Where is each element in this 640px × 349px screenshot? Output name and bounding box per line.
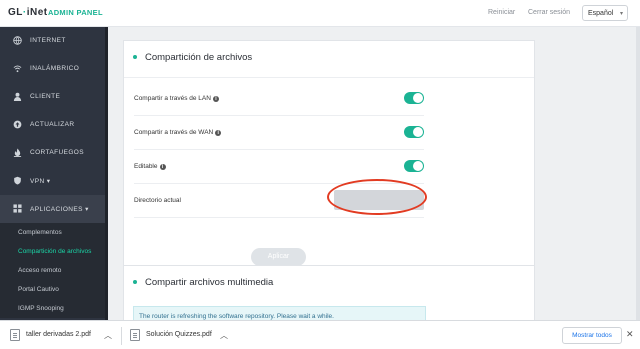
- wifi-icon: [13, 64, 22, 73]
- chevron-down-icon: ▾: [619, 11, 623, 17]
- caret-down-icon: ▾: [46, 178, 51, 185]
- page-scrollbar[interactable]: [636, 27, 640, 320]
- sidebar-subitem-remote-access[interactable]: Acceso remoto: [0, 261, 105, 280]
- sidebar-item-internet[interactable]: INTERNET: [0, 27, 105, 55]
- main-content: Compartición de archivos Compartir a tra…: [108, 27, 640, 320]
- repository-notice: The router is refreshing the software re…: [133, 306, 426, 320]
- top-header: GL·iNet ADMIN PANEL Reiniciar Cerrar ses…: [0, 0, 640, 27]
- language-value: Español: [588, 10, 614, 17]
- info-icon[interactable]: i: [215, 130, 222, 136]
- sidebar-subitem-captive-portal[interactable]: Portal Cautivo: [0, 280, 105, 299]
- apply-button[interactable]: Aplicar: [251, 248, 306, 266]
- user-icon: [13, 92, 22, 101]
- caret-down-icon: ▾: [85, 206, 89, 213]
- section-bullet-icon: [133, 280, 137, 284]
- share-wan-label: Compartir a través de WAN i: [134, 129, 222, 136]
- applications-label: APLICACIONES: [30, 206, 83, 213]
- download-filename: taller derivadas 2.pdf: [26, 331, 91, 338]
- chevron-up-icon[interactable]: ︿: [104, 330, 112, 341]
- brand-logo[interactable]: GL·iNet: [8, 7, 48, 18]
- upgrade-icon: [13, 120, 22, 129]
- apps-grid-icon: [13, 204, 22, 213]
- sidebar-item-firewall[interactable]: CORTAFUEGOS: [0, 139, 105, 167]
- language-select[interactable]: Español ▾: [582, 5, 628, 21]
- sidebar-item-label: VPN ▾: [30, 177, 50, 185]
- sidebar-item-label: APLICACIONES ▾: [30, 205, 89, 213]
- show-all-button[interactable]: Mostrar todos: [562, 327, 622, 344]
- current-dir-label: Directorio actual: [134, 197, 181, 204]
- sidebar-item-label: CORTAFUEGOS: [30, 149, 84, 156]
- sidebar-item-label: ACTUALIZAR: [30, 121, 75, 128]
- sidebar-item-wireless[interactable]: INALÁMBRICO: [0, 55, 105, 83]
- shield-icon: [13, 176, 22, 185]
- file-icon: [10, 329, 20, 341]
- share-lan-toggle[interactable]: [404, 92, 424, 104]
- sidebar-item-label: CLIENTE: [30, 93, 61, 100]
- download-bar: taller derivadas 2.pdf ︿ Solución Quizze…: [0, 320, 640, 349]
- admin-panel-label: ADMIN PANEL: [48, 8, 103, 17]
- sidebar-item-label: INALÁMBRICO: [30, 65, 80, 72]
- download-filename: Solución Quizzes.pdf: [146, 331, 212, 338]
- sidebar-subitem-plugins[interactable]: Complementos: [0, 223, 105, 242]
- share-lan-row: Compartir a través de LAN i: [134, 82, 424, 116]
- brand-prefix: GL: [8, 7, 23, 18]
- globe-icon: [13, 36, 22, 45]
- share-lan-text: Compartir a través de LAN: [134, 95, 211, 102]
- vpn-label: VPN: [30, 178, 45, 185]
- writable-label: Editable i: [134, 163, 166, 170]
- writable-text: Editable: [134, 163, 158, 170]
- info-icon[interactable]: i: [212, 96, 219, 102]
- sidebar-subitem-igmp-snooping[interactable]: IGMP Snooping: [0, 299, 105, 318]
- highlight-ellipse: [327, 179, 427, 215]
- close-icon[interactable]: ✕: [626, 329, 634, 340]
- info-icon[interactable]: i: [159, 164, 166, 170]
- writable-toggle[interactable]: [404, 160, 424, 172]
- share-wan-text: Compartir a través de WAN: [134, 129, 214, 136]
- download-item[interactable]: Solución Quizzes.pdf ︿: [130, 328, 235, 344]
- card-title: Compartición de archivos: [145, 52, 253, 63]
- sidebar-item-upgrade[interactable]: ACTUALIZAR: [0, 111, 105, 139]
- section-bullet-icon: [133, 55, 137, 59]
- media-sharing-card: Compartir archivos multimedia The router…: [123, 265, 535, 320]
- download-item[interactable]: taller derivadas 2.pdf ︿: [10, 328, 122, 344]
- divider: [124, 77, 534, 78]
- firewall-icon: [13, 148, 22, 157]
- reboot-link[interactable]: Reiniciar: [488, 9, 515, 16]
- sidebar-subitem-file-sharing[interactable]: Compartición de archivos: [0, 242, 105, 261]
- sidebar-item-label: INTERNET: [30, 37, 66, 44]
- sidebar: INTERNET INALÁMBRICO CLIENTE ACTUALIZAR …: [0, 27, 108, 320]
- share-wan-toggle[interactable]: [404, 126, 424, 138]
- sidebar-item-client[interactable]: CLIENTE: [0, 83, 105, 111]
- file-sharing-card: Compartición de archivos Compartir a tra…: [123, 40, 535, 279]
- card-title: Compartir archivos multimedia: [145, 277, 274, 288]
- share-wan-row: Compartir a través de WAN i: [134, 116, 424, 150]
- chevron-up-icon[interactable]: ︿: [220, 330, 228, 341]
- sidebar-item-vpn[interactable]: VPN ▾: [0, 167, 105, 195]
- share-lan-label: Compartir a través de LAN i: [134, 95, 219, 102]
- divider: [121, 327, 122, 345]
- sidebar-item-applications[interactable]: APLICACIONES ▾: [0, 195, 105, 223]
- logout-link[interactable]: Cerrar sesión: [528, 9, 570, 16]
- file-icon: [130, 329, 140, 341]
- brand-suffix: iNet: [26, 7, 48, 18]
